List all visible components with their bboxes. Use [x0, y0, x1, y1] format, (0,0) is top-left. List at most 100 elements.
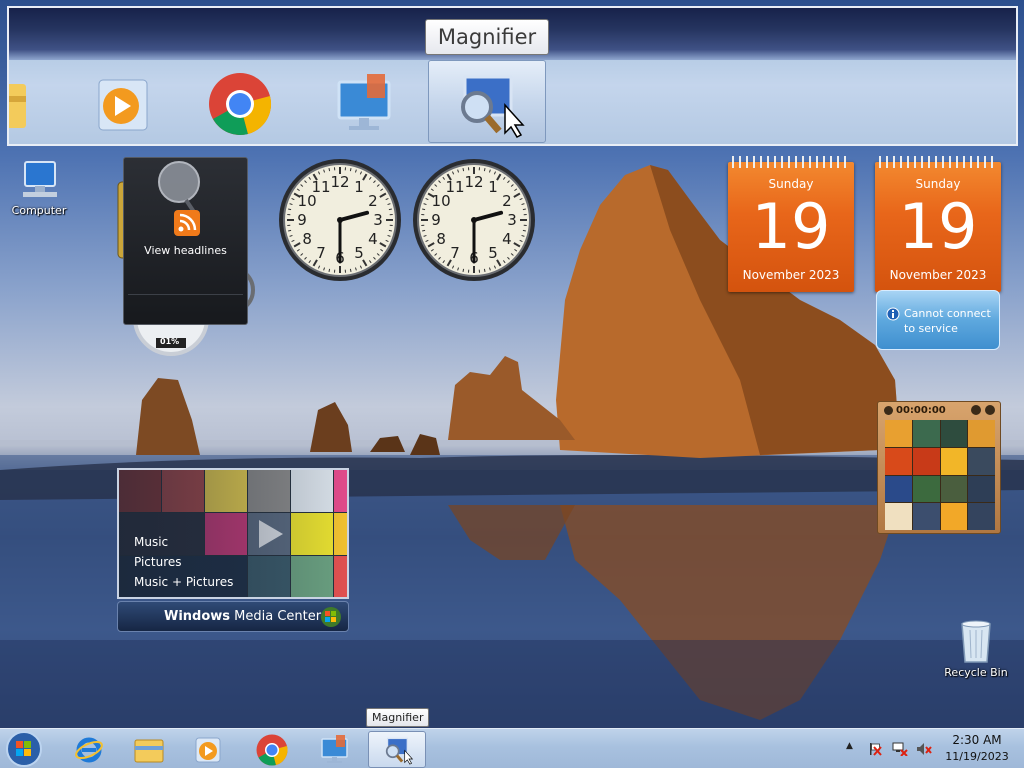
info-icon — [886, 307, 900, 321]
puzzle-help-icon[interactable] — [971, 405, 981, 415]
puzzle-tile[interactable] — [885, 420, 912, 447]
media-center-gadget[interactable]: Music Pictures Music + Pictures Windows … — [117, 468, 349, 632]
media-menu-music[interactable]: Music — [134, 532, 233, 552]
recycle-bin-label: Recycle Bin — [944, 666, 1008, 679]
show-hidden-icons-chevron-icon[interactable]: ▲ — [846, 741, 853, 751]
feed-headlines-gadget[interactable]: View headlines — [123, 157, 248, 325]
remote-desktop-icon — [325, 65, 405, 143]
puzzle-tile[interactable] — [912, 475, 940, 503]
puzzle-tile[interactable] — [940, 503, 968, 530]
clock-numeral: 9 — [297, 211, 307, 229]
internet-explorer-icon — [75, 737, 103, 762]
chrome-icon — [200, 65, 280, 143]
puzzle-tile[interactable] — [940, 447, 968, 475]
computer-icon — [23, 161, 57, 197]
clock-numeral: 8 — [436, 230, 446, 248]
puzzle-grid — [885, 420, 995, 530]
clock-numeral: 5 — [354, 244, 364, 262]
action-center-flag-icon[interactable] — [868, 741, 882, 756]
media-tiles: Music Pictures Music + Pictures — [117, 468, 349, 599]
clock-numeral: 7 — [316, 244, 326, 262]
clock-numeral: 7 — [450, 244, 460, 262]
puzzle-timer: 00:00:00 — [896, 405, 946, 416]
taskbar: ▲ 2:30 AM 11/19/2023 — [0, 728, 1024, 768]
taskbar-remote-desktop[interactable] — [306, 731, 364, 768]
puzzle-tile[interactable] — [968, 475, 995, 503]
weather-gadget[interactable]: Cannot connect to service — [876, 290, 1000, 350]
taskbar-explorer[interactable] — [120, 731, 178, 768]
puzzle-tile[interactable] — [940, 475, 968, 503]
puzzle-tile[interactable] — [885, 447, 912, 475]
clock-numeral: 11 — [445, 178, 464, 196]
puzzle-tile[interactable] — [885, 503, 912, 530]
clock-numeral: 12 — [464, 173, 483, 191]
puzzle-tile[interactable] — [912, 503, 940, 530]
system-tray: ▲ 2:30 AM 11/19/2023 — [842, 729, 1024, 768]
magnifier-icon — [447, 65, 527, 143]
puzzle-tile[interactable] — [940, 420, 968, 447]
taskbar-clock-time[interactable]: 2:30 AM — [942, 733, 1012, 747]
media-center-title-bold: Windows — [164, 609, 231, 624]
clock-numeral: 2 — [502, 192, 512, 210]
recycle-bin-desktop-icon[interactable]: Recycle Bin — [940, 618, 1012, 679]
clock-numeral: 9 — [431, 211, 441, 229]
puzzle-tile[interactable] — [968, 503, 995, 530]
windows-logo-icon — [321, 607, 341, 627]
calendar-month: November 2023 — [889, 268, 987, 282]
media-player-icon — [81, 65, 161, 143]
clock-numeral: 11 — [311, 178, 330, 196]
cpu-value: 01% — [160, 337, 180, 346]
recycle-bin-icon — [961, 620, 991, 663]
taskbar-internet-explorer[interactable] — [60, 731, 118, 768]
picture-puzzle-gadget[interactable]: 00:00:00 — [877, 401, 1001, 534]
puzzle-tile[interactable] — [885, 475, 912, 503]
puzzle-tile[interactable] — [912, 447, 940, 475]
clock-numeral: 4 — [502, 230, 512, 248]
magnifier-window[interactable]: Magnifier — [7, 6, 1018, 146]
calendar-weekday: Sunday — [768, 177, 814, 191]
media-menu-pictures[interactable]: Pictures — [134, 552, 233, 572]
clock-gadget-2[interactable]: 123456789101112 — [411, 157, 537, 283]
chrome-icon — [256, 734, 288, 766]
clock-numeral: 12 — [330, 173, 349, 191]
taskbar-magnifier[interactable] — [368, 731, 426, 768]
taskbar-tooltip: Magnifier — [366, 708, 430, 727]
calendar-day: 19 — [751, 190, 831, 263]
computer-label: Computer — [11, 204, 67, 217]
clock-gadget-1[interactable]: 123456789101112 — [277, 157, 403, 283]
calendar-weekday: Sunday — [915, 177, 961, 191]
magnified-tooltip: Magnifier — [425, 19, 549, 55]
folder-icon — [134, 739, 164, 762]
puzzle-clock-icon — [884, 406, 893, 415]
taskbar-clock-date[interactable]: 11/19/2023 — [942, 750, 1012, 763]
folder-icon — [9, 65, 39, 143]
puzzle-tile[interactable] — [912, 420, 940, 447]
remote-desktop-icon — [321, 734, 348, 763]
volume-muted-icon[interactable] — [916, 741, 932, 755]
magnifier-icon — [385, 737, 414, 765]
calendar-day: 19 — [898, 190, 978, 263]
taskbar-chrome[interactable] — [243, 731, 301, 768]
clock-numeral: 1 — [354, 178, 364, 196]
start-button[interactable] — [4, 730, 44, 768]
puzzle-tile[interactable] — [968, 447, 995, 475]
clock-numeral: 3 — [507, 211, 517, 229]
taskbar-media-player[interactable] — [179, 731, 237, 768]
computer-desktop-icon[interactable]: Computer — [8, 160, 70, 217]
clock-numeral: 2 — [368, 192, 378, 210]
puzzle-picture-icon[interactable] — [985, 405, 995, 415]
clock-numeral: 4 — [368, 230, 378, 248]
media-menu-music-pictures[interactable]: Music + Pictures — [134, 572, 233, 592]
feed-footer — [128, 294, 243, 320]
view-headlines-link[interactable]: View headlines — [124, 244, 247, 257]
puzzle-tile[interactable] — [968, 420, 995, 447]
clock-numeral: 8 — [302, 230, 312, 248]
media-center-titlebar[interactable]: Windows Media Center — [117, 601, 349, 632]
clock-numeral: 1 — [488, 178, 498, 196]
media-center-title-rest: Media Center — [230, 609, 322, 624]
calendar-gadget-1[interactable]: Sunday 19 November 2023 — [728, 156, 854, 292]
calendar-gadget-2[interactable]: Sunday 19 November 2023 — [875, 156, 1001, 292]
network-icon[interactable] — [892, 741, 908, 757]
clock-numeral: 5 — [488, 244, 498, 262]
clock-numeral: 3 — [373, 211, 383, 229]
